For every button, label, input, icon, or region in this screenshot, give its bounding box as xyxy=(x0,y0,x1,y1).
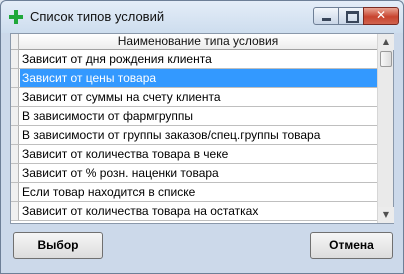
close-button[interactable]: ✕ xyxy=(363,7,399,25)
row-indicator[interactable] xyxy=(11,88,19,106)
table-row[interactable]: Если товар находится в списке xyxy=(11,183,377,202)
table-row-selected[interactable]: Зависит от цены товара xyxy=(11,69,379,88)
title-bar[interactable]: Список типов условий ✕ xyxy=(1,1,403,33)
row-indicator[interactable] xyxy=(11,145,19,163)
row-indicator[interactable] xyxy=(11,164,19,182)
table-cell[interactable]: Зависит от суммы на счету клиента xyxy=(20,88,379,106)
row-indicator[interactable] xyxy=(11,126,19,144)
table-row[interactable]: В зависимости от группы заказов/спец.гру… xyxy=(11,126,377,145)
table-cell[interactable]: Зависит от % розн. наценки товара xyxy=(20,164,379,182)
minimize-icon xyxy=(322,18,331,21)
table-cell[interactable]: В зависимости от фармгруппы xyxy=(20,107,379,125)
table-row[interactable]: Зависит от суммы на счету клиента xyxy=(11,88,377,107)
table-cell[interactable]: Зависит от количества товара в чеке xyxy=(20,145,379,163)
close-icon: ✕ xyxy=(376,8,387,22)
dialog-window: Список типов условий ✕ Наименование типа… xyxy=(0,0,404,274)
select-button[interactable]: Выбор xyxy=(13,232,103,259)
table-row[interactable]: Зависит от дня рождения клиента xyxy=(11,50,377,69)
scroll-up-arrow-icon[interactable]: ▲ xyxy=(378,34,394,50)
minimize-button[interactable] xyxy=(313,7,339,25)
column-header-name[interactable]: Наименование типа условия xyxy=(19,34,377,50)
table-row[interactable]: Зависит от количества товара на остатках xyxy=(11,202,377,221)
green-cross-icon xyxy=(9,10,23,24)
table-row[interactable]: Зависит от количества товара в чеке xyxy=(11,145,377,164)
table-row[interactable]: Зависит от % розн. наценки товара xyxy=(11,164,377,183)
vertical-scrollbar[interactable]: ▲ ▼ xyxy=(377,34,394,223)
table-rows: Зависит от дня рождения клиента Зависит … xyxy=(11,50,379,221)
table-cell[interactable]: Зависит от количества товара на остатках xyxy=(20,202,379,220)
row-indicator[interactable] xyxy=(11,50,19,68)
table-cell[interactable]: Если товар находится в списке xyxy=(20,183,379,201)
row-indicator[interactable] xyxy=(11,69,19,87)
table-cell[interactable]: Зависит от дня рождения клиента xyxy=(20,50,379,68)
condition-types-table: Наименование типа условия Зависит от дня… xyxy=(10,33,394,224)
header-corner xyxy=(11,34,19,50)
cancel-button[interactable]: Отмена xyxy=(310,232,393,259)
scroll-down-arrow-icon[interactable]: ▼ xyxy=(378,207,394,223)
table-row[interactable]: В зависимости от фармгруппы xyxy=(11,107,377,126)
maximize-button[interactable] xyxy=(338,7,364,25)
table-cell[interactable]: В зависимости от группы заказов/спец.гру… xyxy=(20,126,379,144)
row-indicator[interactable] xyxy=(11,183,19,201)
row-indicator[interactable] xyxy=(11,202,19,220)
maximize-icon xyxy=(346,11,359,23)
scrollbar-thumb[interactable] xyxy=(380,51,392,67)
window-title: Список типов условий xyxy=(30,9,165,24)
table-cell[interactable]: Зависит от цены товара xyxy=(20,69,379,87)
row-indicator[interactable] xyxy=(11,107,19,125)
